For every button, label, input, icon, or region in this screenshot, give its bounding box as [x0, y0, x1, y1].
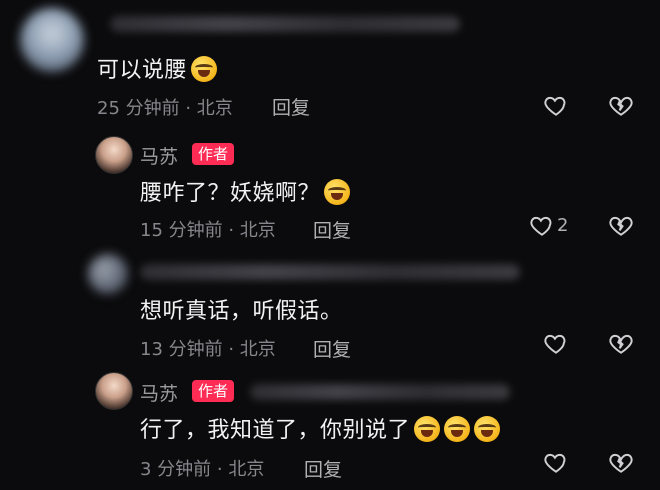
author-name[interactable]: 马苏: [140, 142, 178, 169]
comment-meta: 13 分钟前 · 北京: [140, 339, 276, 360]
comment-text: 腰咋了？妖娆啊？: [140, 175, 351, 207]
blurred-username: [140, 264, 520, 280]
heart-outline-icon[interactable]: [543, 331, 569, 357]
comment-text: 行了，我知道了，你别说了: [140, 412, 501, 444]
reply-button[interactable]: 回复: [313, 216, 351, 243]
broken-heart-icon[interactable]: [608, 93, 634, 119]
laughing-emoji-icon: [474, 416, 501, 442]
heart-outline-icon[interactable]: [543, 450, 569, 476]
like-count: 2: [557, 215, 569, 236]
laughing-emoji-icon: [324, 179, 351, 205]
reply-button[interactable]: 回复: [313, 335, 351, 362]
broken-heart-icon[interactable]: [608, 331, 634, 357]
avatar[interactable]: [88, 254, 128, 294]
comment-meta: 15 分钟前 · 北京: [140, 220, 276, 241]
blurred-username: [110, 16, 460, 32]
laughing-emoji-icon: [414, 416, 441, 442]
author-name[interactable]: 马苏: [140, 379, 178, 406]
author-badge: 作者: [192, 143, 235, 165]
comment-text: 想听真话，听假话。: [140, 299, 343, 324]
author-badge: 作者: [192, 380, 235, 402]
blurred-reply-target: [250, 384, 510, 400]
comment-meta: 25 分钟前 · 北京: [97, 98, 233, 119]
laughing-emoji-icon: [444, 416, 471, 442]
broken-heart-icon[interactable]: [608, 450, 634, 476]
author-avatar[interactable]: [95, 136, 133, 174]
heart-outline-icon[interactable]: [543, 93, 569, 119]
author-avatar[interactable]: [95, 372, 133, 410]
laughing-emoji-icon: [191, 56, 218, 82]
broken-heart-icon[interactable]: [608, 213, 634, 239]
heart-outline-icon[interactable]: [529, 213, 555, 239]
avatar[interactable]: [20, 8, 84, 72]
reply-button[interactable]: 回复: [272, 93, 310, 120]
comment-text: 可以说腰: [97, 52, 218, 84]
comment-meta: 3 分钟前 · 北京: [140, 459, 265, 480]
reply-button[interactable]: 回复: [304, 455, 342, 482]
